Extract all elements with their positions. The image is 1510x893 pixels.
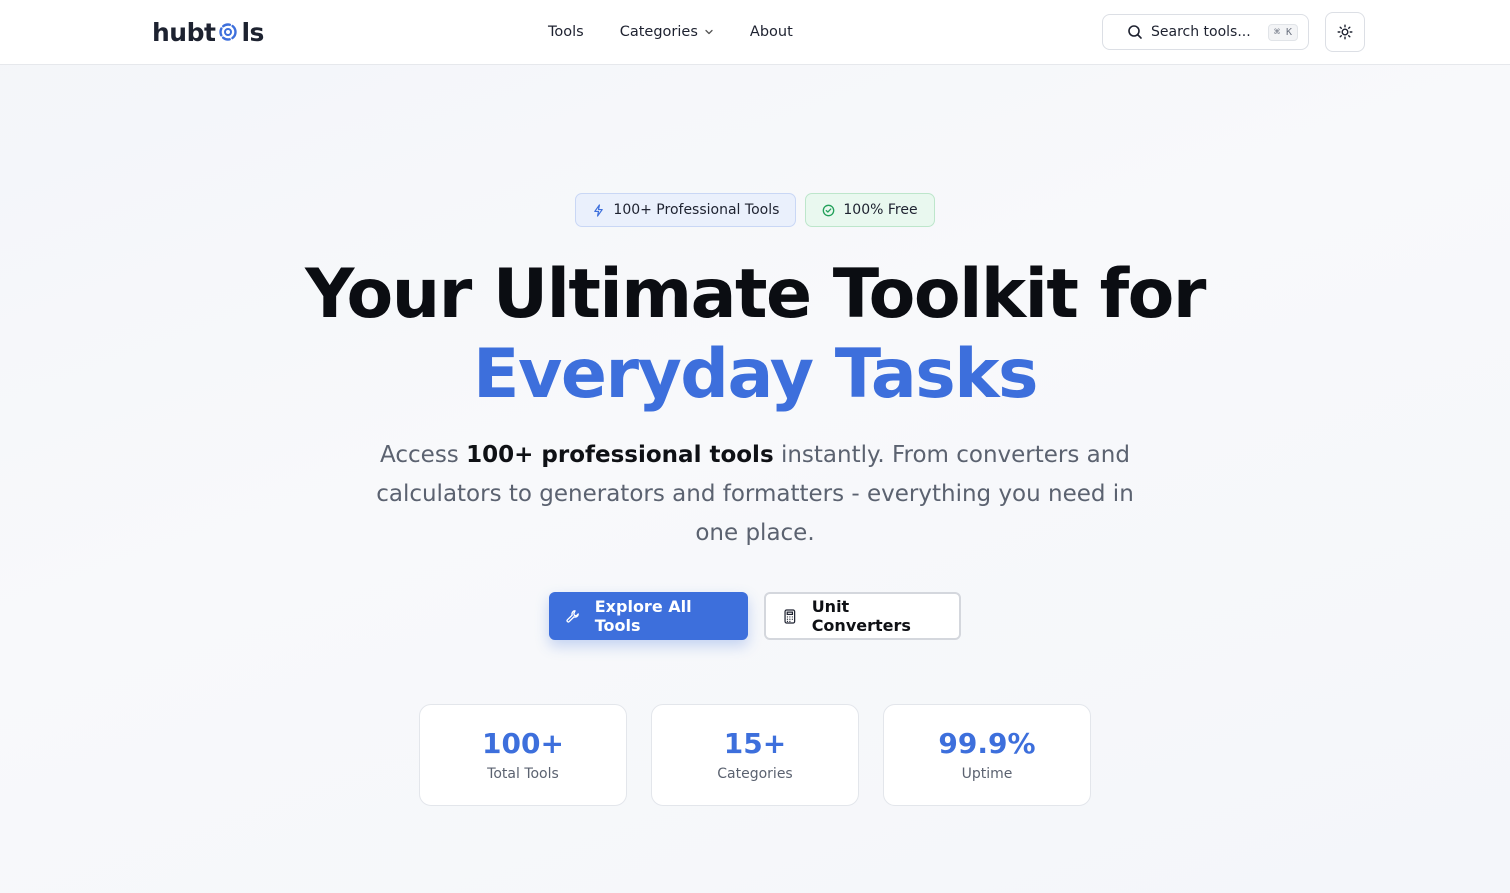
badge-label: 100+ Professional Tools [613, 202, 780, 218]
badge-label: 100% Free [843, 202, 918, 218]
nav-item-categories[interactable]: Categories [620, 20, 714, 44]
chevron-down-icon [705, 29, 713, 35]
gear-icon [216, 20, 240, 44]
stat-card-total-tools: 100+ Total Tools [419, 704, 627, 806]
hero-title-accent: Everyday Tasks [473, 335, 1038, 414]
check-circle-icon [823, 204, 835, 216]
search-label: Search tools... [1151, 24, 1251, 40]
main-nav: Tools Categories About [548, 0, 793, 64]
stat-label: Uptime [961, 766, 1013, 782]
badge-professional-tools: 100+ Professional Tools [575, 193, 797, 227]
badge-free: 100% Free [805, 193, 935, 227]
logo[interactable]: hubt ls [152, 16, 264, 48]
nav-item-tools[interactable]: Tools [548, 20, 584, 44]
stat-card-categories: 15+ Categories [651, 704, 859, 806]
lightning-icon [594, 203, 604, 217]
stat-value: 99.9% [938, 727, 1036, 760]
hero-title: Your Ultimate Toolkit for Everyday Tasks [0, 255, 1510, 415]
hero-title-line1: Your Ultimate Toolkit for [305, 255, 1206, 334]
site-header: hubt ls Tools Categories About Search to… [0, 0, 1510, 65]
nav-item-label: Categories [619, 24, 698, 40]
unit-converters-button[interactable]: Unit Converters [764, 592, 961, 640]
search-icon [1128, 25, 1142, 39]
stats-row: 100+ Total Tools 15+ Categories 99.9% Up… [0, 704, 1510, 806]
search-button[interactable]: Search tools... ⌘ K [1102, 14, 1309, 50]
theme-toggle-button[interactable] [1325, 12, 1365, 52]
hero-cta-group: Explore All Tools Unit Converters [0, 592, 1510, 640]
button-label: Explore All Tools [594, 597, 692, 635]
logo-text-suffix: ls [241, 17, 264, 47]
sun-icon [1337, 24, 1353, 40]
logo-text-prefix: hubt [152, 17, 216, 47]
nav-item-about[interactable]: About [750, 20, 793, 44]
stat-value: 100+ [482, 727, 564, 760]
wrench-icon [566, 609, 579, 623]
button-label: Unit Converters [811, 597, 911, 635]
stat-label: Categories [717, 766, 793, 782]
hero-description: Access 100+ professional tools instantly… [370, 436, 1140, 553]
stat-card-uptime: 99.9% Uptime [883, 704, 1091, 806]
explore-all-tools-button[interactable]: Explore All Tools [549, 592, 748, 640]
hero-badges: 100+ Professional Tools 100% Free [0, 193, 1510, 227]
nav-item-label: Tools [548, 24, 584, 40]
keyboard-shortcut: ⌘ K [1267, 23, 1298, 41]
hero-desc-prefix: Access [380, 442, 467, 468]
hero-desc-highlight: 100+ professional tools [466, 442, 774, 468]
stat-label: Total Tools [487, 766, 559, 782]
stat-value: 15+ [723, 727, 787, 760]
nav-item-label: About [749, 24, 793, 40]
calculator-icon [784, 608, 796, 624]
